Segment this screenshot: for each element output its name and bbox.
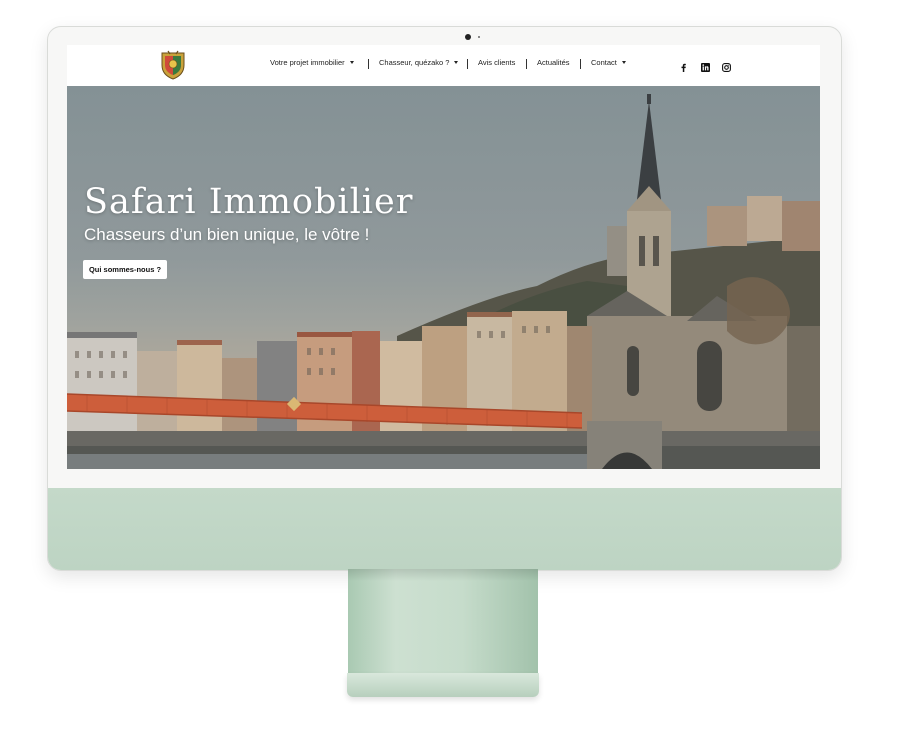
hero-section: Safari Immobilier Chasseurs d’un bien un…: [67, 86, 820, 469]
nav-label: Actualités: [537, 58, 570, 67]
nav-chasseur[interactable]: Chasseur, quézako ?: [379, 58, 459, 67]
nav-divider: [467, 59, 468, 69]
nav-contact[interactable]: Contact: [591, 58, 626, 67]
chevron-down-icon: [621, 61, 626, 64]
instagram-icon[interactable]: [722, 59, 731, 72]
nav-divider: [580, 59, 581, 69]
hero-subtitle: Chasseurs d’un bien unique, le vôtre !: [84, 225, 370, 244]
lyon-cityscape-illustration: [67, 86, 820, 469]
monitor-stand-foot: [347, 673, 539, 697]
monitor-stand: [348, 569, 538, 673]
hero-title: Safari Immobilier: [84, 182, 414, 222]
nav-actualites[interactable]: Actualités: [537, 58, 570, 67]
nav-divider: [368, 59, 369, 69]
facebook-icon[interactable]: [679, 59, 688, 72]
website-screen: Votre projet immobilier Chasseur, quézak…: [67, 45, 820, 469]
navbar: Votre projet immobilier Chasseur, quézak…: [67, 45, 820, 86]
imac-monitor: Votre projet immobilier Chasseur, quézak…: [47, 26, 842, 571]
chevron-down-icon: [349, 61, 354, 64]
crest-logo-icon[interactable]: [159, 49, 187, 80]
nav-label: Contact: [591, 58, 617, 67]
qui-sommes-nous-button[interactable]: Qui sommes-nous ?: [83, 260, 167, 279]
stand-shadow: [348, 569, 538, 581]
camera-indicator: [478, 36, 480, 38]
linkedin-icon[interactable]: [701, 59, 710, 72]
nav-avis-clients[interactable]: Avis clients: [478, 58, 515, 67]
nav-label: Votre projet immobilier: [270, 58, 345, 67]
nav-label: Avis clients: [478, 58, 516, 67]
camera-icon: [465, 34, 471, 40]
monitor-chin: [48, 488, 841, 570]
nav-votre-projet[interactable]: Votre projet immobilier: [270, 58, 354, 67]
nav-divider: [526, 59, 527, 69]
nav-label: Chasseur, quézako ?: [379, 58, 450, 67]
chevron-down-icon: [454, 61, 459, 64]
